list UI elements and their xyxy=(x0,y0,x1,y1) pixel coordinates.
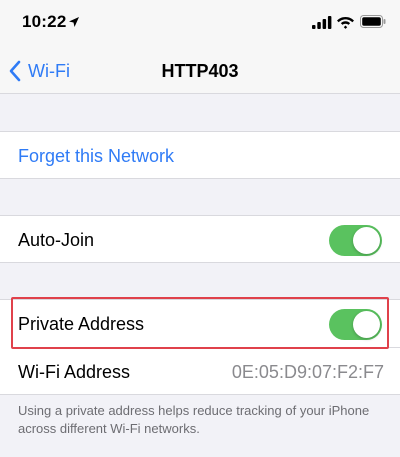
battery-icon xyxy=(360,15,386,33)
auto-join-cell: Auto-Join xyxy=(0,215,400,263)
wifi-address-value: 0E:05:D9:07:F2:F7 xyxy=(231,362,384,382)
private-address-toggle[interactable] xyxy=(329,309,382,340)
cellular-signal-icon xyxy=(312,16,332,34)
private-address-row: Private Address xyxy=(0,300,400,348)
toggle-knob xyxy=(353,227,380,254)
navigation-bar: Wi-Fi HTTP403 xyxy=(0,48,400,94)
page-title: HTTP403 xyxy=(161,61,239,81)
forget-network-button[interactable]: Forget this Network xyxy=(18,146,174,167)
status-bar: 10:22 xyxy=(0,0,400,48)
forget-network-cell[interactable]: Forget this Network xyxy=(0,131,400,179)
toggle-knob xyxy=(353,311,380,338)
wifi-address-row: Wi-Fi Address 0E:05:D9:07:F2:F7 xyxy=(0,348,400,396)
footer-note: Using a private address helps reduce tra… xyxy=(18,403,370,436)
auto-join-toggle[interactable] xyxy=(329,225,382,256)
status-time: 10:22 xyxy=(22,12,67,31)
wifi-address-label: Wi-Fi Address xyxy=(18,362,131,382)
address-group: Private Address Wi-Fi Address 0E:05:D9:0… xyxy=(0,299,400,395)
auto-join-label: Auto-Join xyxy=(18,230,95,250)
private-address-label: Private Address xyxy=(18,314,145,334)
wifi-icon xyxy=(336,14,355,34)
location-arrow-icon xyxy=(68,15,80,33)
